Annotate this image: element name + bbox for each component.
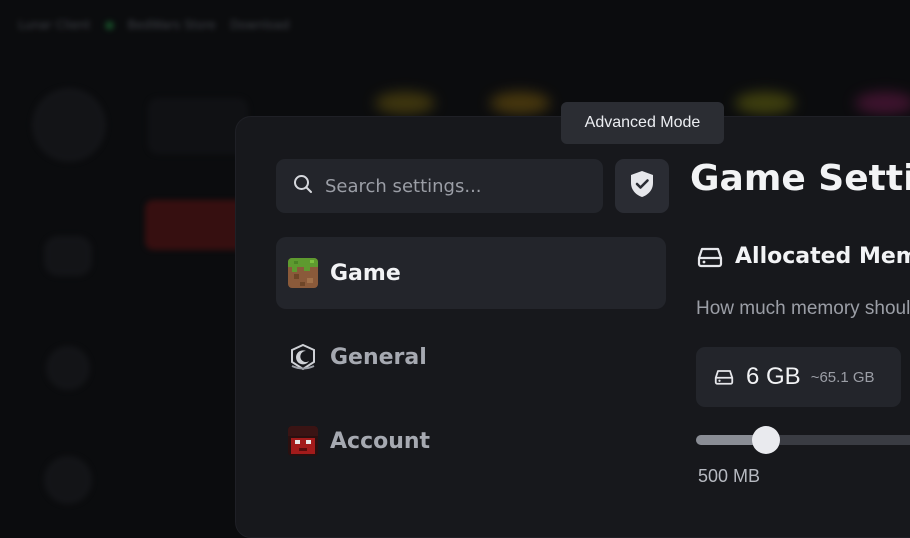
- player-head-icon: [288, 426, 318, 456]
- background-globe-icon: [44, 456, 92, 504]
- background-card: [148, 98, 248, 154]
- nav-item-game[interactable]: Game: [276, 237, 666, 309]
- tooltip-text: Advanced Mode: [584, 114, 701, 131]
- background-link: Download: [229, 18, 290, 32]
- lunar-moon-icon: [288, 342, 318, 372]
- background-topbar: Lunar Client BedWars Store Download: [18, 10, 290, 40]
- status-dot-icon: [104, 20, 114, 30]
- background-play-button: [145, 200, 245, 250]
- memory-description: How much memory should be allocated to t…: [696, 298, 910, 319]
- search-icon: [293, 174, 313, 198]
- allocated-memory-header: Allocated Memory: [697, 244, 910, 269]
- section-title: Allocated Memory: [735, 244, 910, 269]
- nav-item-general[interactable]: General: [276, 321, 666, 393]
- nav-label-game: Game: [330, 260, 401, 286]
- background-server: BedWars Store: [127, 18, 216, 32]
- memory-value-box: 6 GB ~65.1 GB: [696, 347, 901, 407]
- background-controller-icon: [44, 236, 92, 276]
- memory-approx: ~65.1 GB: [810, 368, 875, 386]
- nav-label-account: Account: [330, 428, 431, 454]
- background-glow: [735, 92, 795, 114]
- advanced-mode-button[interactable]: [615, 159, 669, 213]
- background-glow: [855, 92, 910, 114]
- background-glow: [490, 92, 550, 114]
- search-box[interactable]: [276, 159, 603, 213]
- memory-value: 6 GB: [746, 363, 801, 390]
- background-puzzle-icon: [46, 346, 90, 390]
- hard-drive-icon: [714, 368, 734, 386]
- shield-check-icon: [629, 170, 655, 202]
- nav-item-account[interactable]: Account: [276, 405, 666, 477]
- hard-drive-icon: [697, 245, 723, 269]
- nav-label-general: General: [330, 344, 427, 370]
- search-input[interactable]: [323, 174, 587, 198]
- advanced-mode-tooltip: Advanced Mode: [561, 102, 724, 144]
- background-logo-icon: [32, 88, 106, 162]
- page-title: Game Settings: [690, 158, 910, 199]
- background-title: Lunar Client: [18, 18, 91, 32]
- slider-min-label: 500 MB: [698, 466, 761, 486]
- background-glow: [375, 92, 435, 114]
- slider-thumb[interactable]: [752, 426, 780, 454]
- grass-block-icon: [288, 258, 318, 288]
- memory-slider[interactable]: [696, 426, 910, 454]
